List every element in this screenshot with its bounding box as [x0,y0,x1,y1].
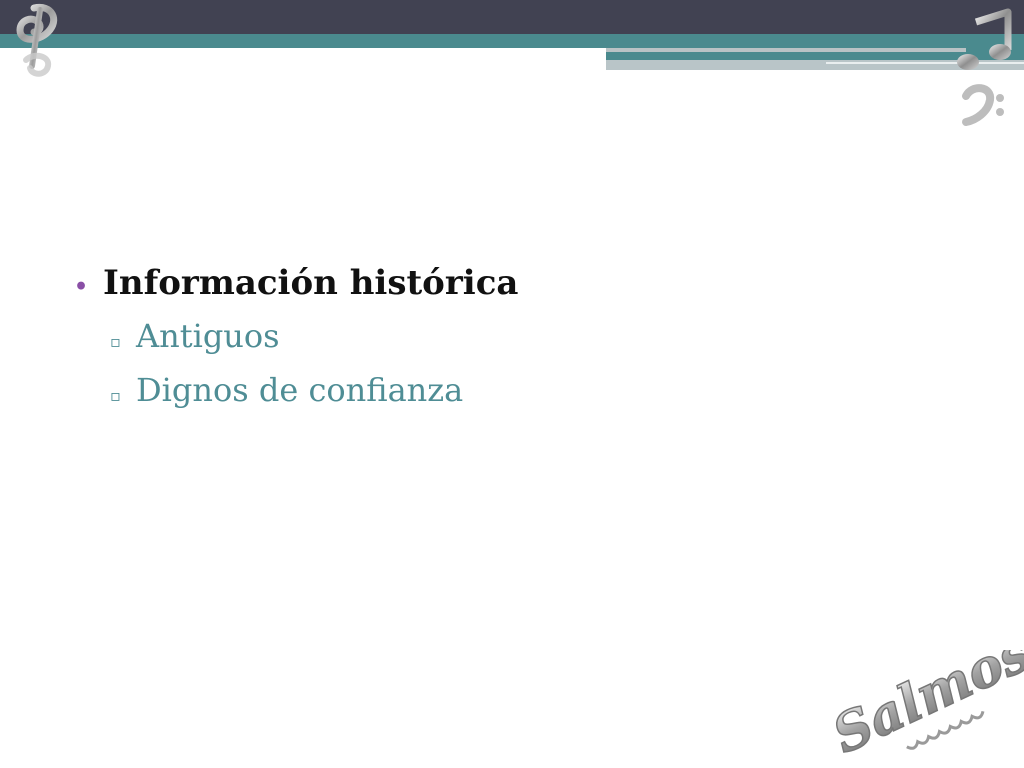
sub-bullet-marker: ▫ [110,332,121,351]
sub-bullet-item: ▫ Dignos de confianza [74,366,934,420]
header-grey-stripe [606,48,966,52]
bullet-marker: • [74,274,89,300]
header-teal-band [0,34,1024,48]
bullet-text: Información histórica [103,263,519,303]
salmos-logo: Salmos [830,650,1024,767]
header-dark-band [0,0,1024,34]
slide-content: • Información histórica ▫ Antiguos ▫ Dig… [74,258,934,420]
salmos-logo-text: Salmos [830,650,1024,766]
treble-clef-icon [16,3,58,77]
sub-bullet-text: Antiguos [136,317,280,355]
music-note-icon [957,8,1012,126]
sub-bullet-item: ▫ Antiguos [74,312,934,366]
sub-bullet-marker: ▫ [110,386,121,405]
sub-bullet-text: Dignos de confianza [136,371,464,409]
bullet-item: • Información histórica [74,258,934,312]
